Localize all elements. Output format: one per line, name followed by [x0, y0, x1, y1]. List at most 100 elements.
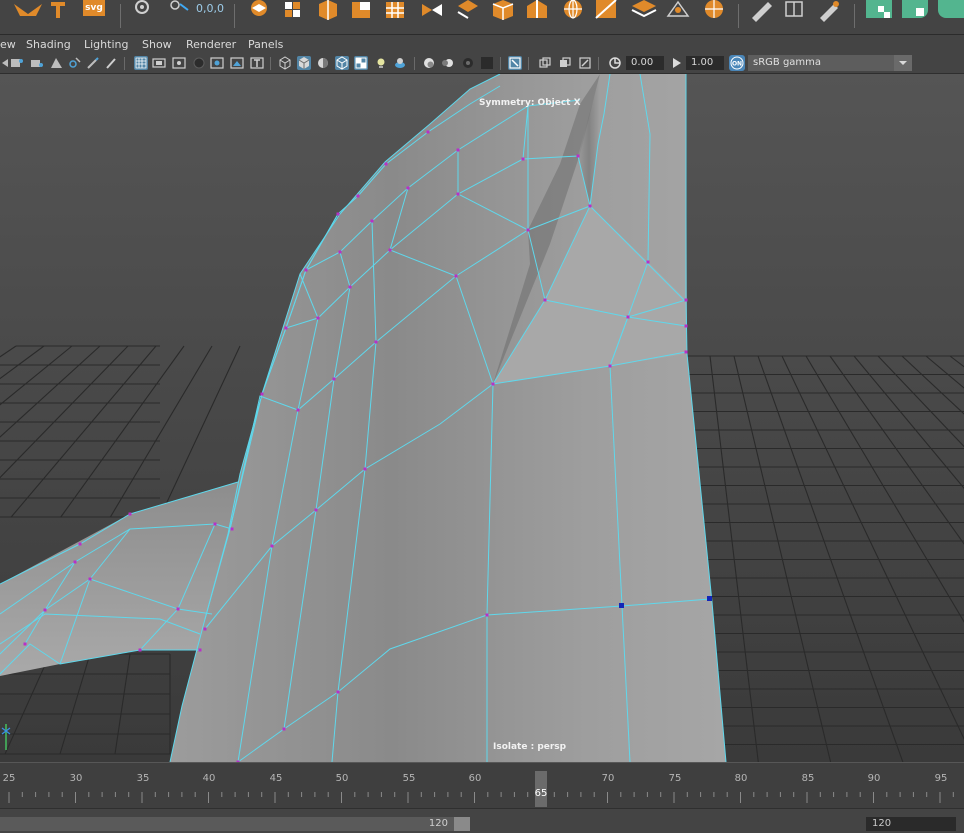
gate-mask-icon[interactable]	[192, 56, 206, 70]
exposure-icon[interactable]	[608, 56, 622, 70]
wireframe-cube-icon[interactable]	[278, 56, 292, 70]
transform-tool-icon[interactable]	[166, 0, 192, 22]
shelf-coordinate-readout: 0,0,0	[196, 2, 224, 15]
time-slider-ticks	[8, 792, 954, 803]
hud-isolate: Isolate : persp	[493, 742, 567, 752]
lattice-icon[interactable]	[782, 0, 808, 22]
range-slider-end-label: 120	[428, 818, 448, 829]
time-tick-label: 50	[335, 773, 349, 784]
layers-icon[interactable]	[246, 0, 272, 20]
svg-tool-icon[interactable]: svg	[82, 0, 106, 22]
time-tick-label: 25	[2, 773, 16, 784]
toolbar-separator	[414, 57, 415, 70]
bevel-icon[interactable]	[350, 0, 374, 20]
isolate-select-icon[interactable]	[508, 56, 522, 70]
toolbar-separator	[124, 57, 125, 70]
xray-icon[interactable]	[538, 56, 552, 70]
uv-layout-icon[interactable]	[900, 0, 932, 22]
bookmark-icon[interactable]	[30, 56, 44, 70]
color-management-label: ON	[732, 61, 742, 68]
color-space-value: sRGB gamma	[753, 57, 822, 68]
perspective-viewport[interactable]: Symmetry: Object X Isolate : persp	[0, 74, 964, 762]
2d-pan-zoom-icon[interactable]	[68, 56, 82, 70]
textured-icon[interactable]	[354, 56, 368, 70]
hud-symmetry: Symmetry: Object X	[479, 98, 581, 108]
time-slider[interactable]: 25 30 35 40 45 50 55 60 65 70 75 80 85 9…	[0, 762, 964, 809]
toolbar-separator	[528, 57, 529, 70]
grease-pencil-icon[interactable]	[86, 56, 100, 70]
safe-title-icon[interactable]	[250, 56, 264, 70]
toolbar-separator	[500, 57, 501, 70]
text-tool-icon[interactable]	[48, 0, 68, 22]
color-management-toggle[interactable]: ON	[729, 55, 745, 71]
mirror-icon[interactable]	[524, 0, 550, 22]
uv-checker-icon[interactable]	[864, 0, 896, 22]
target-weld-icon[interactable]	[664, 0, 692, 22]
image-plane-icon[interactable]	[50, 56, 64, 70]
panel-toolbar: 0.00 1.00 ON sRGB gamma	[0, 54, 964, 74]
time-tick-label: 70	[601, 773, 615, 784]
wireframe-on-shaded-icon[interactable]	[335, 56, 349, 70]
time-tick-label: 75	[668, 773, 682, 784]
camera-attributes-icon[interactable]	[10, 56, 24, 70]
xray-joints-icon[interactable]	[558, 56, 572, 70]
sphere-wire-icon[interactable]	[560, 0, 586, 22]
bridge-icon[interactable]	[418, 0, 446, 22]
paint-brush-icon[interactable]	[816, 0, 842, 22]
shelf-separator	[738, 4, 739, 28]
toolbar-separator	[270, 57, 271, 70]
menu-show[interactable]: Show	[142, 38, 172, 51]
merge-icon[interactable]	[454, 0, 482, 20]
time-tick-label: 45	[269, 773, 283, 784]
slide-edge-icon[interactable]	[630, 0, 658, 22]
color-space-select[interactable]: sRGB gamma	[748, 55, 912, 71]
playback-end-field[interactable]: 120	[866, 817, 956, 831]
split-polygon-icon[interactable]	[594, 0, 620, 22]
toolbar-separator	[598, 57, 599, 70]
range-slider[interactable]: 120	[0, 817, 470, 831]
time-tick-label: 55	[402, 773, 416, 784]
pencil-icon[interactable]	[104, 56, 118, 70]
color-space-dropdown-button[interactable]	[894, 55, 912, 71]
shelf-separator	[854, 4, 855, 28]
time-tick-label: 60	[468, 773, 482, 784]
safe-action-icon[interactable]	[230, 56, 244, 70]
cube-icon[interactable]	[490, 0, 516, 20]
use-all-lights-icon[interactable]	[374, 56, 388, 70]
depth-of-field-icon[interactable]	[480, 56, 494, 70]
time-tick-label: 80	[734, 773, 748, 784]
uv-unfold-icon[interactable]	[936, 0, 964, 22]
sculpt-tool-icon[interactable]	[130, 0, 156, 22]
crease-icon[interactable]	[700, 0, 728, 22]
default-material-icon[interactable]	[316, 56, 330, 70]
range-slider-end-handle[interactable]	[454, 817, 470, 831]
current-frame-label: 65	[534, 788, 548, 799]
field-chart-icon[interactable]	[210, 56, 224, 70]
checker-grid-icon[interactable]	[384, 0, 408, 20]
panel-menu-bar: ew Shading Lighting Show Renderer Panels	[0, 35, 964, 54]
exposure-field[interactable]: 0.00	[626, 56, 664, 70]
move-tool-icon[interactable]	[10, 0, 46, 22]
film-gate-icon[interactable]	[152, 56, 166, 70]
menu-shading[interactable]: Shading	[26, 38, 71, 51]
shadows-icon[interactable]	[393, 56, 407, 70]
xray-active-components-icon[interactable]	[578, 56, 592, 70]
gamma-icon[interactable]	[670, 56, 684, 70]
menu-view[interactable]: ew	[0, 38, 16, 51]
extrude-icon[interactable]	[316, 0, 340, 20]
gamma-field[interactable]: 1.00	[686, 56, 724, 70]
smooth-shade-cube-icon[interactable]	[297, 56, 311, 70]
resolution-gate-icon[interactable]	[172, 56, 186, 70]
viewport-scene	[0, 74, 964, 762]
menu-panels[interactable]: Panels	[248, 38, 283, 51]
grid-split-icon[interactable]	[282, 0, 306, 20]
grid-toggle-icon[interactable]	[134, 56, 148, 70]
menu-renderer[interactable]: Renderer	[186, 38, 236, 51]
menu-lighting[interactable]: Lighting	[84, 38, 128, 51]
ambient-occlusion-icon[interactable]	[422, 56, 436, 70]
pen-tool-icon[interactable]	[748, 0, 774, 22]
motion-blur-icon[interactable]	[441, 56, 455, 70]
shelf-toolbar: svg 0,0,0	[0, 0, 964, 35]
time-tick-label: 30	[69, 773, 83, 784]
multisample-aa-icon[interactable]	[461, 56, 475, 70]
